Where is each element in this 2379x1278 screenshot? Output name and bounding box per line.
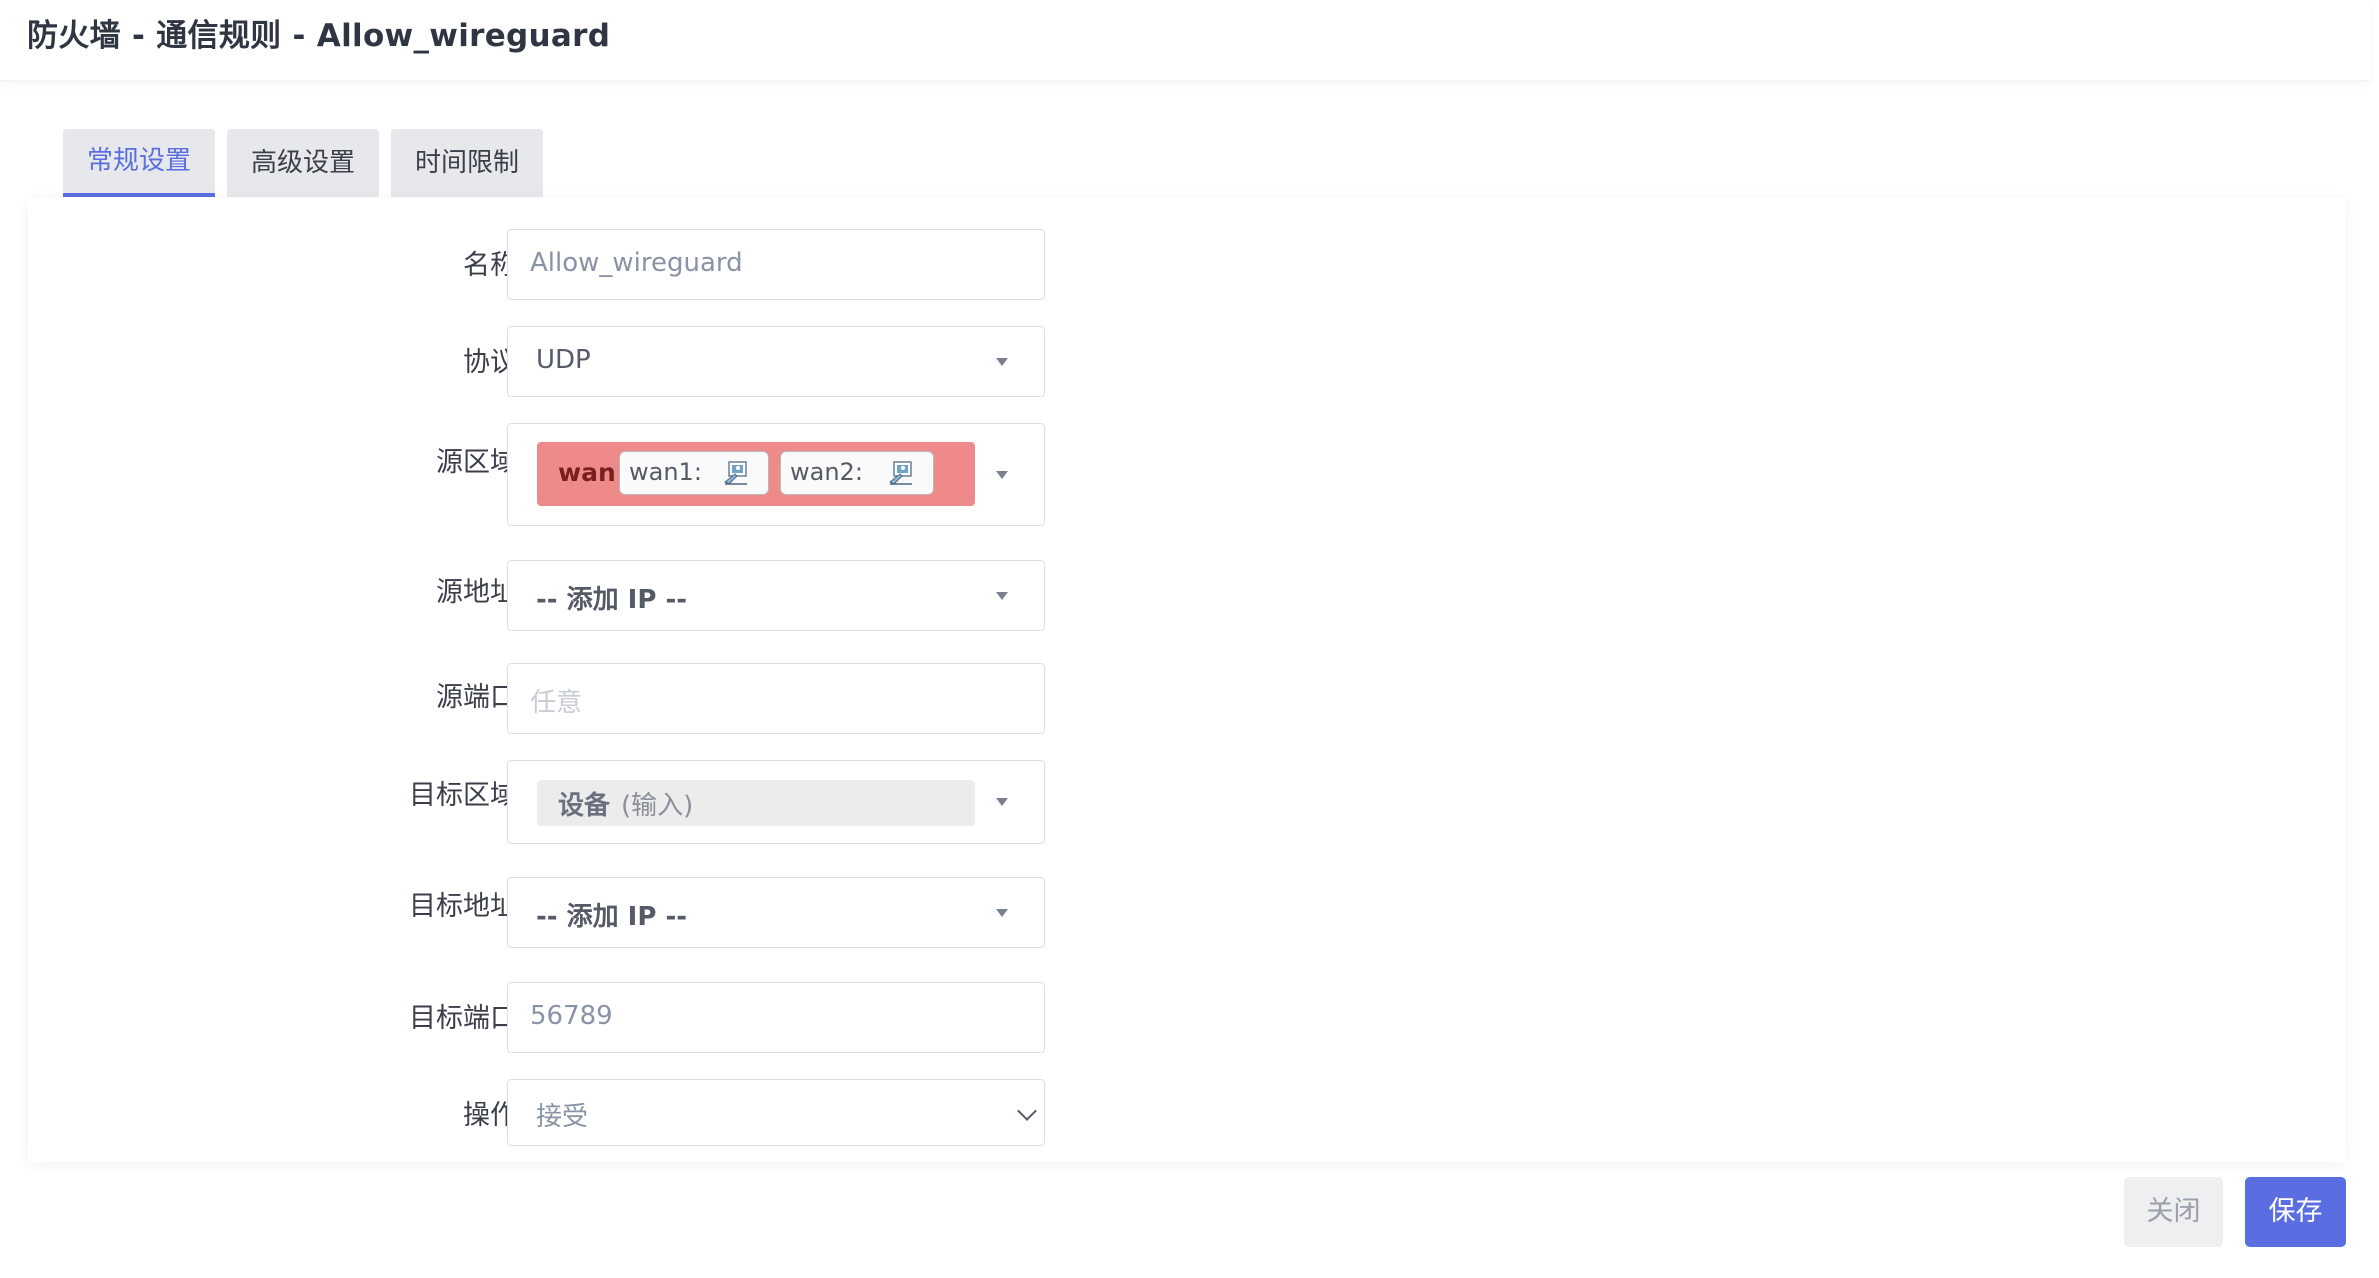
dest-port-input[interactable]: 56789	[507, 982, 1045, 1053]
dest-zone-select[interactable]: 设备 (输入)	[507, 760, 1045, 844]
protocol-select[interactable]: UDP	[507, 326, 1045, 397]
dest-zone-label: 目标区域	[409, 780, 517, 811]
tab-advanced-settings[interactable]: 高级设置	[227, 129, 380, 197]
dest-port-label: 目标端口	[409, 1003, 517, 1034]
source-address-select[interactable]: -- 添加 IP --	[507, 560, 1045, 631]
source-zone-chip-wan: wan wan1: wan2:	[537, 442, 975, 506]
source-address-value: -- 添加 IP --	[536, 585, 688, 615]
source-address-label: 源地址	[436, 577, 517, 608]
source-zone-label: 源区域	[436, 447, 517, 478]
dest-address-dropdown-icon	[996, 909, 1008, 917]
close-button[interactable]: 关闭	[2124, 1177, 2223, 1247]
tab-general-settings[interactable]: 常规设置	[63, 129, 216, 197]
source-address-dropdown-icon	[996, 592, 1008, 600]
protocol-dropdown-icon	[996, 358, 1008, 366]
source-port-label: 源端口	[436, 682, 517, 713]
network-interface-icon	[889, 461, 912, 485]
dest-address-value: -- 添加 IP --	[536, 902, 688, 932]
interface-badge-wan2: wan2:	[780, 451, 934, 495]
source-port-placeholder: 任意	[530, 688, 583, 718]
general-settings-panel: 名称 Allow_wireguard 协议 UDP 源区域 wan wan1:	[28, 198, 2346, 1162]
action-value: 接受	[536, 1102, 589, 1132]
dest-zone-dropdown-icon	[996, 798, 1008, 806]
dest-port-value: 56789	[530, 1001, 613, 1031]
protocol-value: UDP	[536, 345, 591, 375]
action-select[interactable]: 接受	[507, 1079, 1045, 1146]
tab-time-restrictions[interactable]: 时间限制	[391, 129, 544, 197]
dest-address-select[interactable]: -- 添加 IP --	[507, 877, 1045, 948]
source-zone-name: wan	[558, 458, 616, 487]
dest-zone-name: 设备	[558, 791, 611, 821]
name-value: Allow_wireguard	[530, 248, 743, 278]
tab-bar: 常规设置 高级设置 时间限制	[63, 129, 544, 197]
name-input[interactable]: Allow_wireguard	[507, 229, 1045, 300]
source-zone-select[interactable]: wan wan1: wan2:	[507, 423, 1045, 526]
save-button[interactable]: 保存	[2245, 1177, 2346, 1247]
interface-label-wan2: wan2:	[790, 458, 863, 486]
chevron-down-icon	[1017, 1101, 1037, 1121]
interface-label-wan1: wan1:	[629, 458, 702, 486]
dest-zone-sub: (输入)	[621, 791, 694, 821]
dialog-header: 防火墙 - 通信规则 - Allow_wireguard	[0, 0, 2370, 81]
interface-badge-wan1: wan1:	[619, 451, 769, 495]
source-zone-dropdown-icon	[996, 471, 1008, 479]
dialog-title: 防火墙 - 通信规则 - Allow_wireguard	[27, 18, 611, 54]
dest-address-label: 目标地址	[409, 891, 517, 922]
network-interface-icon	[724, 461, 747, 485]
dest-zone-chip-device: 设备 (输入)	[537, 780, 975, 826]
source-port-input[interactable]: 任意	[507, 663, 1045, 734]
firewall-rule-dialog: 防火墙 - 通信规则 - Allow_wireguard 常规设置 高级设置 时…	[0, 0, 2379, 1278]
